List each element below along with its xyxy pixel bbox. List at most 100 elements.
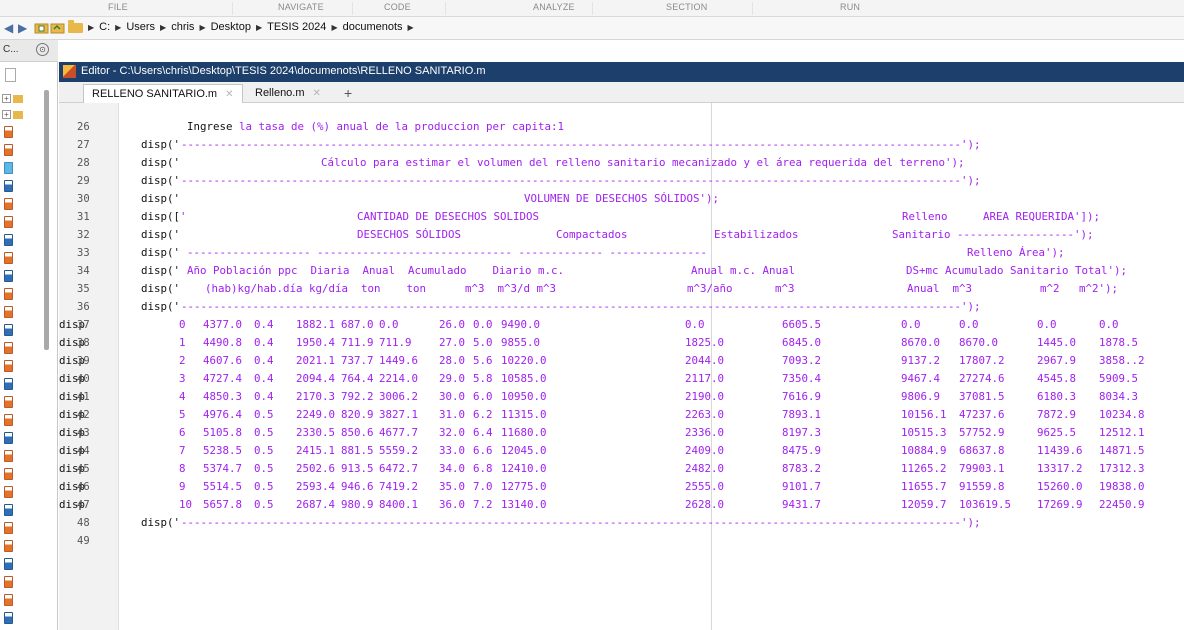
close-icon[interactable]: ✕	[225, 89, 233, 100]
tab-file[interactable]: FILE	[108, 2, 128, 12]
table-cell: 0.5	[254, 444, 274, 457]
m-file-icon[interactable]	[4, 450, 13, 462]
table-cell: 8783.2	[782, 462, 822, 475]
m-file-icon[interactable]	[4, 198, 13, 210]
m-file-icon[interactable]	[4, 522, 13, 534]
back-arrow-icon[interactable]: ◀	[4, 21, 13, 35]
string-literal: (hab)kg/hab.día kg/día ton ton m^3 m^3/d…	[205, 282, 557, 295]
string-literal: VOLUMEN DE DESECHOS SÓLIDOS');	[524, 192, 720, 205]
mat-file-icon[interactable]	[4, 324, 13, 336]
code-line: 34 disp(' Año Población ppc Diaria Anual…	[59, 262, 1184, 280]
table-cell: 7	[179, 444, 186, 457]
table-cell: 5514.5	[203, 480, 243, 493]
tab-section[interactable]: SECTION	[666, 2, 707, 12]
mat-file-icon[interactable]	[4, 378, 13, 390]
toolstrip-divider	[232, 2, 233, 15]
m-file-icon[interactable]	[4, 306, 13, 318]
breadcrumb-documenots[interactable]: documenots	[343, 21, 403, 33]
table-cell: 4377.0	[203, 318, 243, 331]
mat-file-icon[interactable]	[4, 558, 13, 570]
breadcrumb-chris[interactable]: chris	[171, 21, 194, 33]
table-cell: 11680.0	[501, 426, 547, 439]
breadcrumb-users[interactable]: Users	[126, 21, 155, 33]
close-icon[interactable]: ✕	[313, 88, 321, 99]
tab-run[interactable]: RUN	[840, 2, 860, 12]
table-cell: 12512.1	[1099, 426, 1145, 439]
table-cell: 4545.8	[1037, 372, 1077, 385]
table-cell: 12775.0	[501, 480, 547, 493]
table-cell: 8400.1	[379, 498, 419, 511]
m-file-icon[interactable]	[4, 252, 13, 264]
table-cell: 7350.4	[782, 372, 822, 385]
m-file-icon[interactable]	[4, 342, 13, 354]
m-file-icon[interactable]	[4, 288, 13, 300]
table-cell: 2263.0	[685, 408, 725, 421]
toolstrip-divider	[445, 2, 446, 15]
mat-file-icon[interactable]	[4, 270, 13, 282]
table-cell: 8670.0	[959, 336, 999, 349]
table-cell: 5	[179, 408, 186, 421]
mat-file-icon[interactable]	[4, 612, 13, 624]
figure-file-icon[interactable]	[4, 162, 13, 174]
string-literal: AREA REQUERIDA']);	[983, 210, 1101, 223]
code-token: disp('	[141, 138, 181, 151]
table-row: 45 disp 8 5374.7 0.5 2502.6 913.5 6472.7 34.0 6.8…	[59, 460, 1184, 478]
table-cell: 0.5	[254, 408, 274, 421]
expand-icon[interactable]: +	[2, 94, 11, 103]
panel-menu-icon[interactable]: ⊙	[36, 43, 49, 56]
browse-folder-icon[interactable]	[50, 21, 65, 34]
tab-navigate[interactable]: NAVIGATE	[278, 2, 324, 12]
m-file-icon[interactable]	[4, 576, 13, 588]
table-cell: 7893.1	[782, 408, 822, 421]
table-cell: 3827.1	[379, 408, 419, 421]
table-cell: 1882.1	[296, 318, 336, 331]
mat-file-icon[interactable]	[4, 180, 13, 192]
m-file-icon[interactable]	[4, 468, 13, 480]
table-cell: 34.0	[439, 462, 466, 475]
m-file-icon[interactable]	[4, 216, 13, 228]
mat-file-icon[interactable]	[4, 504, 13, 516]
folder-row[interactable]: +	[0, 108, 58, 122]
m-file-icon[interactable]	[4, 144, 13, 156]
breadcrumb-tesis[interactable]: TESIS 2024	[267, 21, 326, 33]
m-file-icon[interactable]	[4, 486, 13, 498]
table-cell: 8475.9	[782, 444, 822, 457]
breadcrumb-desktop[interactable]: Desktop	[211, 21, 251, 33]
breadcrumb-drive[interactable]: C:	[99, 21, 110, 33]
line-number: 39	[77, 355, 90, 367]
folder-row[interactable]: +	[0, 92, 58, 106]
table-cell: 0.0	[473, 318, 493, 331]
mat-file-icon[interactable]	[4, 432, 13, 444]
tab-code[interactable]: CODE	[384, 2, 411, 12]
tab-analyze[interactable]: ANALYZE	[533, 2, 575, 12]
m-file-icon[interactable]	[4, 396, 13, 408]
m-file-icon[interactable]	[4, 414, 13, 426]
table-cell: 28.0	[439, 354, 466, 367]
table-cell: 2170.3	[296, 390, 336, 403]
table-cell: 3858..2	[1099, 354, 1145, 367]
scrollbar[interactable]	[44, 90, 49, 350]
add-tab-button[interactable]: +	[344, 85, 352, 101]
m-file-icon[interactable]	[4, 360, 13, 372]
line-number: 31	[77, 211, 90, 223]
chevron-right-icon: ▶	[407, 22, 414, 32]
table-cell: 79903.1	[959, 462, 1005, 475]
mat-file-icon[interactable]	[4, 234, 13, 246]
expand-icon[interactable]: +	[2, 110, 11, 119]
line-number: 26	[77, 121, 90, 133]
tab-label: RELLENO SANITARIO.m	[92, 88, 218, 100]
string-literal: Estabilizados	[714, 228, 799, 241]
table-cell: 11265.2	[901, 462, 947, 475]
forward-arrow-icon[interactable]: ▶	[18, 21, 27, 35]
string-literal: m^2 m^2');	[1040, 282, 1119, 295]
tab-relleno[interactable]: Relleno.m ✕	[247, 84, 329, 103]
table-cell: 1878.5	[1099, 336, 1139, 349]
tab-relleno-sanitario[interactable]: RELLENO SANITARIO.m ✕	[83, 84, 243, 103]
m-file-icon[interactable]	[4, 540, 13, 552]
up-folder-icon[interactable]	[34, 21, 49, 34]
code-token: disp('	[141, 516, 181, 529]
m-file-icon[interactable]	[4, 594, 13, 606]
m-file-icon[interactable]	[4, 126, 13, 138]
table-cell: 2330.5	[296, 426, 336, 439]
code-editor[interactable]: 26 Ingrese la tasa de (%) anual de la pr…	[59, 103, 1184, 630]
